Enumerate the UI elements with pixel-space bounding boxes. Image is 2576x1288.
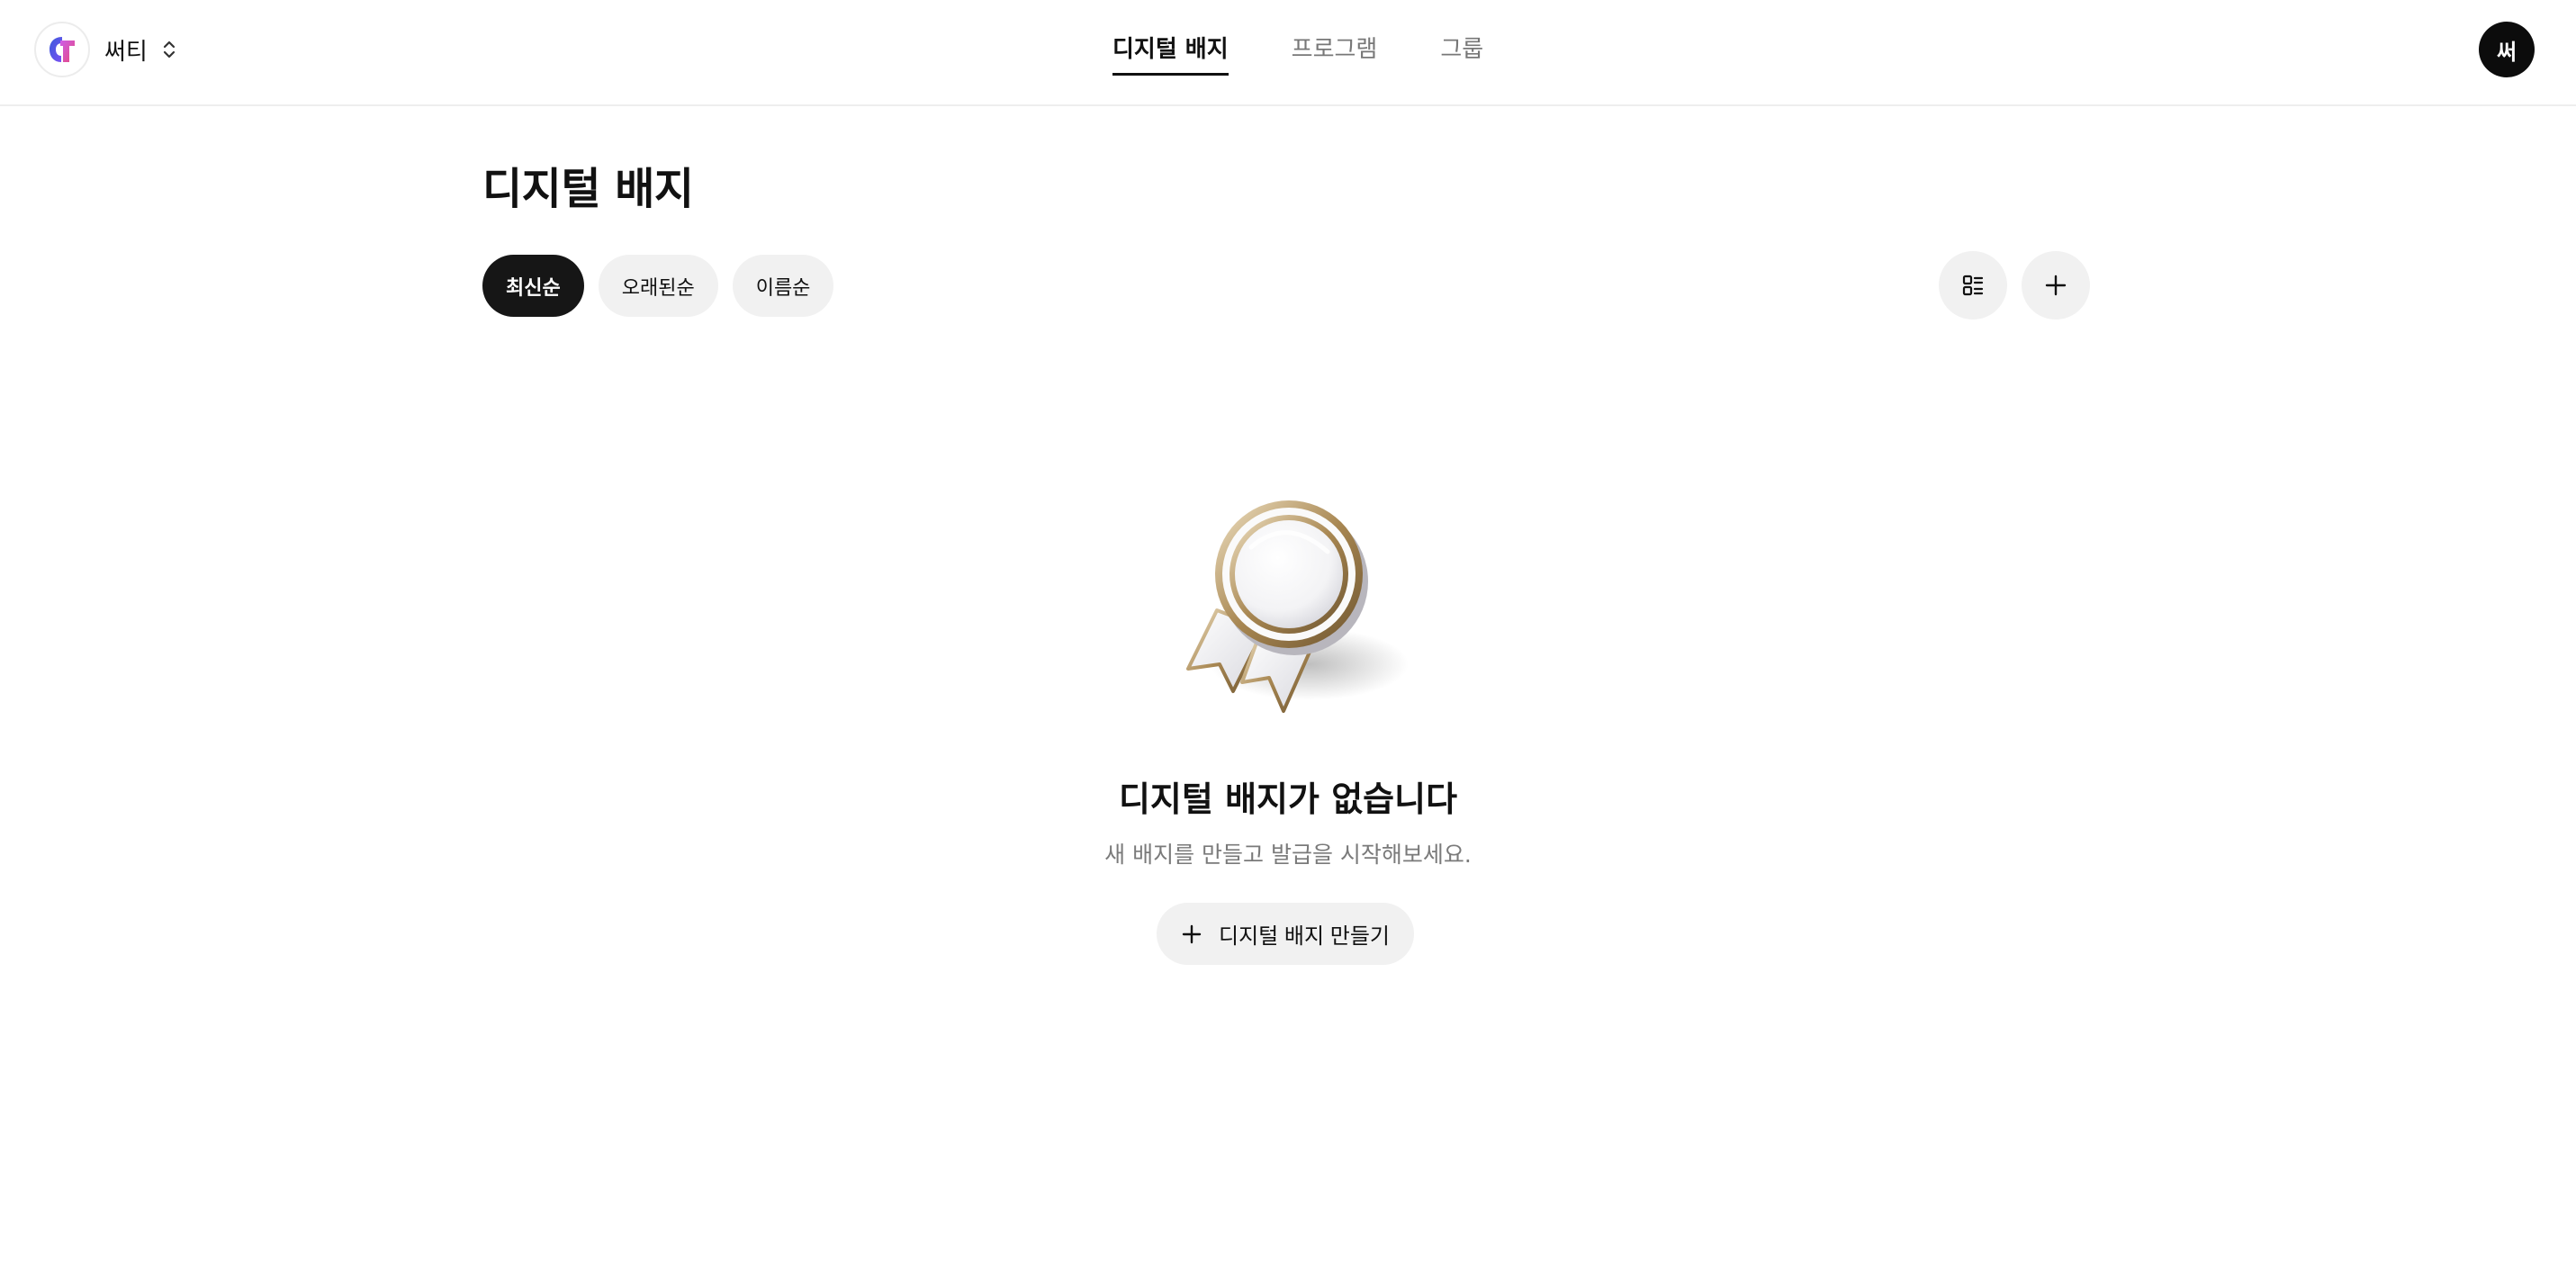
plus-icon (1181, 923, 1202, 945)
org-switcher[interactable]: 써티 (34, 22, 178, 77)
tab-group[interactable]: 그룹 (1440, 0, 1483, 76)
empty-state-subtitle: 새 배지를 만들고 발급을 시작해보세요. (1104, 842, 1472, 868)
tab-digital-badge[interactable]: 디지털 배지 (1112, 0, 1229, 76)
chevron-up-down-icon (160, 37, 178, 62)
empty-state-title: 디지털 배지가 없습니다 (1118, 779, 1458, 819)
top-header: 써티 디지털 배지 프로그램 그룹 써 (0, 0, 2576, 106)
sort-options: 최신순 오래된순 이름순 (482, 255, 834, 317)
org-name: 써티 (104, 38, 148, 66)
create-badge-button[interactable]: 디지털 배지 만들기 (1157, 903, 1414, 965)
avatar[interactable]: 써 (2479, 22, 2535, 77)
org-logo-icon (34, 22, 90, 77)
toolbar (1939, 251, 2090, 320)
main-nav: 디지털 배지 프로그램 그룹 (1112, 0, 1546, 106)
plus-icon (2045, 275, 2067, 296)
page-title: 디지털 배지 (482, 164, 694, 214)
add-badge-button[interactable] (2022, 251, 2090, 320)
sort-name-chip[interactable]: 이름순 (732, 255, 834, 317)
tab-program[interactable]: 프로그램 (1292, 0, 1378, 76)
medal-icon (1152, 475, 1422, 745)
list-view-icon (1962, 275, 1984, 296)
view-toggle-button[interactable] (1939, 251, 2007, 320)
sort-oldest-chip[interactable]: 오래된순 (598, 255, 718, 317)
sort-newest-chip[interactable]: 최신순 (482, 255, 584, 317)
create-badge-label: 디지털 배지 만들기 (1219, 924, 1390, 949)
